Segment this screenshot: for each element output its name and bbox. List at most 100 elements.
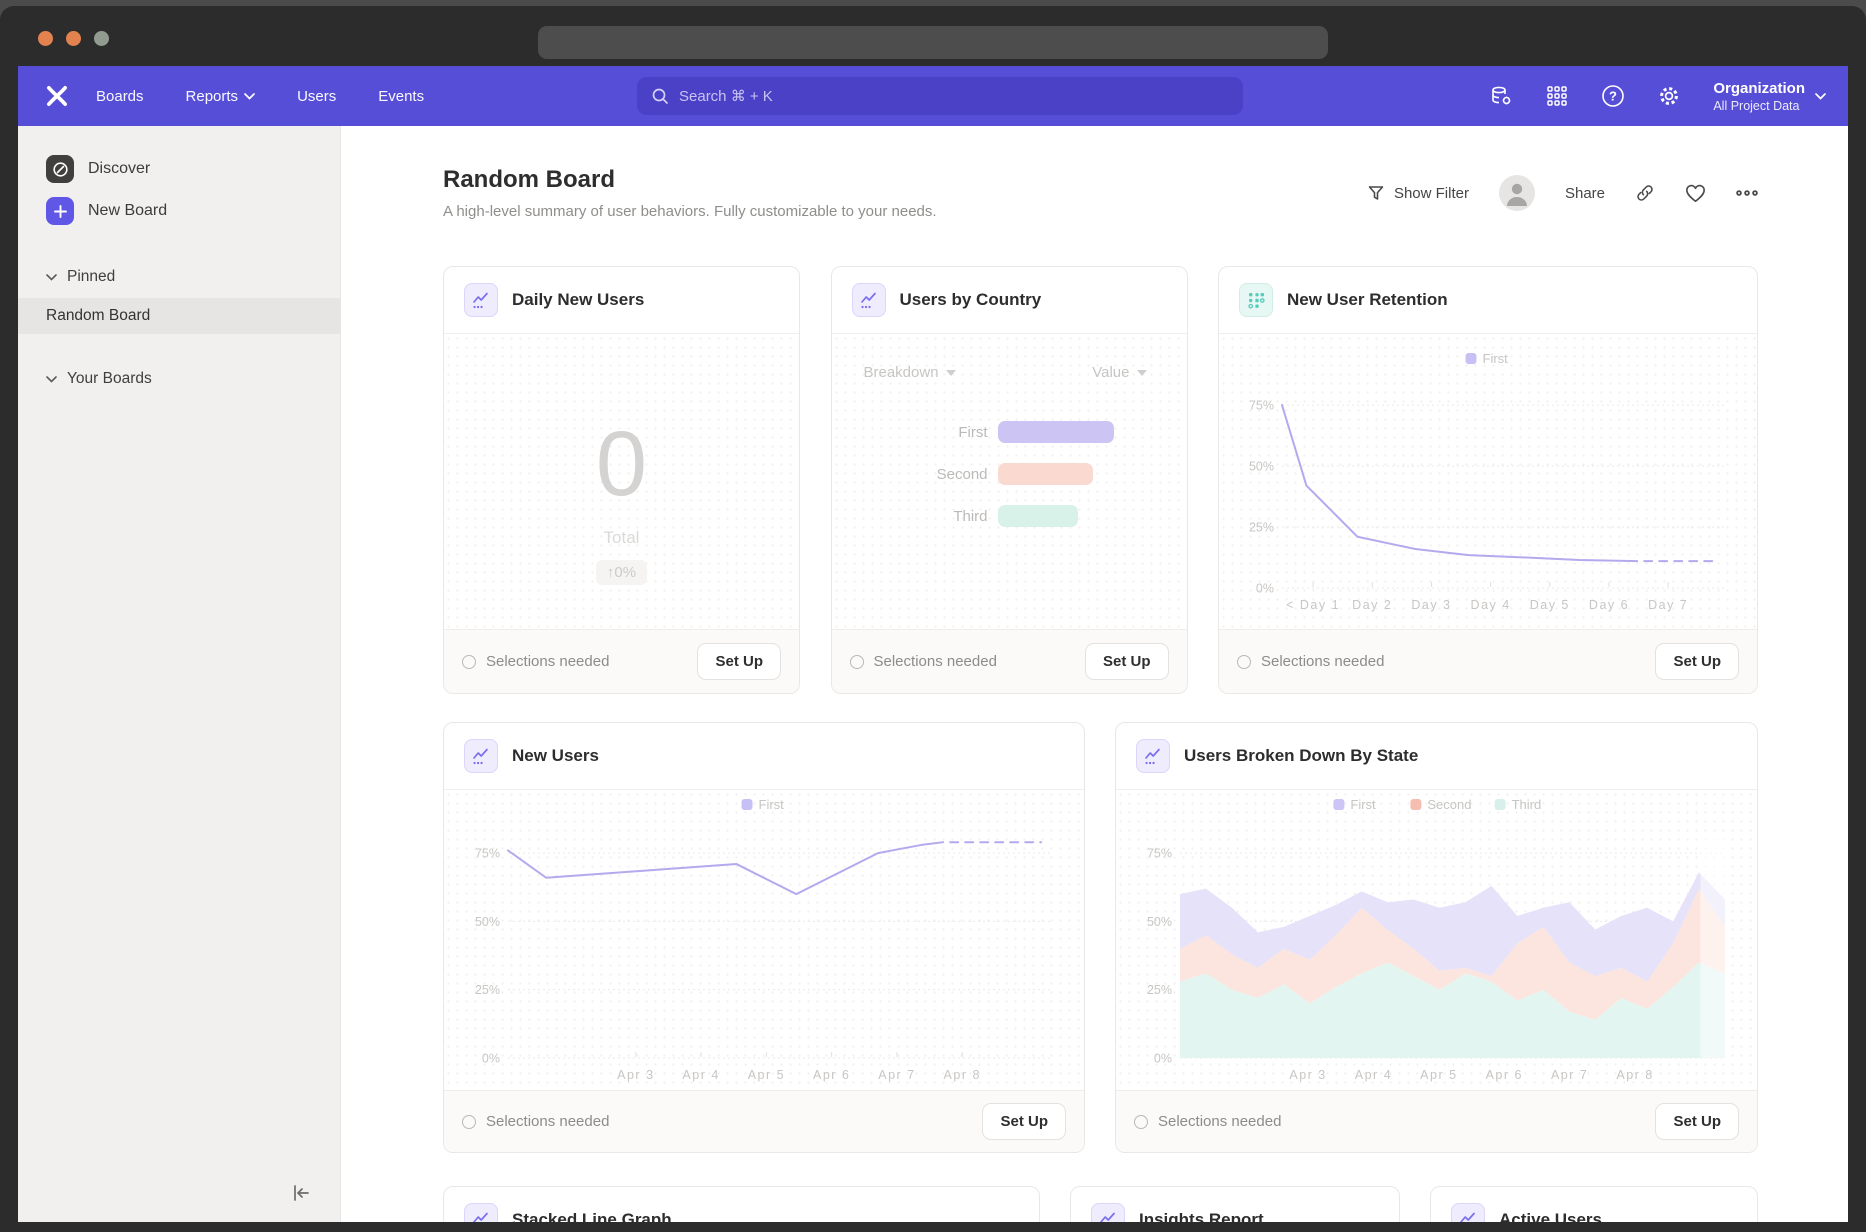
svg-text:Apr 8: Apr 8	[944, 1068, 981, 1082]
new-users-line-chart: 0%25%50%75%Apr 3Apr 4Apr 5Apr 6Apr 7Apr …	[462, 790, 1066, 1090]
card-title: Users by Country	[900, 290, 1042, 310]
empty-radio-icon	[1134, 1115, 1148, 1129]
window-zoom-button[interactable]	[94, 31, 109, 46]
bar	[998, 505, 1078, 527]
line-chart-icon	[1451, 1203, 1485, 1222]
window-close-button[interactable]	[38, 31, 53, 46]
chevron-down-icon	[1815, 93, 1826, 100]
more-options-icon[interactable]	[1736, 190, 1758, 196]
svg-text:25%: 25%	[475, 983, 500, 997]
set-up-button[interactable]: Set Up	[1085, 643, 1169, 680]
empty-radio-icon	[462, 1115, 476, 1129]
line-chart-icon	[852, 283, 886, 317]
svg-text:Day 6: Day 6	[1589, 598, 1629, 612]
nav-item-users[interactable]: Users	[297, 88, 336, 105]
sidebar-item-label: Discover	[88, 160, 150, 178]
svg-text:First: First	[1350, 797, 1376, 812]
svg-text:25%: 25%	[1147, 983, 1172, 997]
search-input[interactable]	[679, 88, 1229, 105]
nav-menu: Boards Reports Users Events	[96, 88, 424, 105]
bar-label: Third	[832, 508, 998, 525]
bar-row: Second	[832, 463, 1187, 485]
sidebar-section-label: Pinned	[67, 268, 115, 286]
sidebar-item-new-board[interactable]: New Board	[18, 190, 340, 232]
set-up-button[interactable]: Set Up	[982, 1103, 1066, 1140]
data-management-icon[interactable]	[1489, 84, 1513, 108]
set-up-button[interactable]: Set Up	[1655, 1103, 1739, 1140]
set-up-button[interactable]: Set Up	[1655, 643, 1739, 680]
settings-gear-icon[interactable]	[1657, 84, 1681, 108]
svg-text:Day 2: Day 2	[1352, 598, 1392, 612]
breakdown-dropdown[interactable]: Breakdown	[864, 364, 956, 381]
card-title: Stacked Line Graph	[512, 1210, 672, 1222]
sidebar: Discover New Board Pinned Random Board	[18, 126, 341, 1222]
search-icon	[651, 87, 669, 105]
favorite-heart-icon[interactable]	[1685, 184, 1706, 203]
avatar[interactable]	[1499, 175, 1535, 211]
sidebar-section-label: Your Boards	[67, 370, 152, 388]
card-title: New Users	[512, 746, 599, 766]
sidebar-section-pinned[interactable]: Pinned	[18, 260, 340, 294]
card-title: Daily New Users	[512, 290, 644, 310]
sidebar-item-random-board[interactable]: Random Board	[18, 298, 340, 334]
copy-link-icon[interactable]	[1635, 183, 1655, 203]
svg-text:0%: 0%	[482, 1052, 500, 1066]
share-button[interactable]: Share	[1565, 185, 1605, 202]
collapse-sidebar-icon[interactable]	[288, 1180, 314, 1206]
empty-radio-icon	[462, 655, 476, 669]
retention-line-chart: 0%25%50%75%< Day 1Day 2Day 3Day 4Day 5Da…	[1236, 344, 1740, 620]
show-filter-button[interactable]: Show Filter	[1367, 184, 1469, 202]
svg-text:Apr 8: Apr 8	[1616, 1068, 1653, 1082]
window-titlebar	[0, 6, 1866, 66]
card-daily-new-users: Daily New Users 0 Total ↑0% Selections	[443, 266, 800, 694]
svg-text:75%: 75%	[475, 847, 500, 861]
bar	[998, 421, 1114, 443]
svg-text:Day 5: Day 5	[1530, 598, 1570, 612]
traffic-lights	[38, 31, 109, 46]
stacked-area-chart: 0%25%50%75%Apr 3Apr 4Apr 5Apr 6Apr 7Apr …	[1134, 790, 1739, 1090]
svg-text:< Day 1: < Day 1	[1286, 598, 1340, 612]
filter-funnel-icon	[1367, 184, 1385, 202]
page-subtitle: A high-level summary of user behaviors. …	[443, 203, 937, 220]
set-up-button[interactable]: Set Up	[697, 643, 781, 680]
svg-text:?: ?	[1609, 89, 1617, 104]
svg-text:Apr 7: Apr 7	[1551, 1068, 1588, 1082]
nav-item-boards[interactable]: Boards	[96, 88, 144, 105]
svg-text:75%: 75%	[1147, 847, 1172, 861]
card-new-users: New Users 0%25%50%75%Apr 3Apr 4Apr 5Apr …	[443, 722, 1085, 1153]
metric-label: Total	[604, 528, 640, 548]
line-chart-icon	[464, 1203, 498, 1222]
nav-item-reports[interactable]: Reports	[186, 88, 256, 105]
svg-text:First: First	[759, 797, 785, 812]
svg-text:Apr 6: Apr 6	[813, 1068, 850, 1082]
window-minimize-button[interactable]	[66, 31, 81, 46]
nav-item-events[interactable]: Events	[378, 88, 424, 105]
card-stacked-line-graph: Stacked Line Graph	[443, 1186, 1040, 1222]
apps-grid-icon[interactable]	[1545, 84, 1569, 108]
sidebar-item-label: Random Board	[46, 307, 150, 324]
mixpanel-logo-icon[interactable]	[44, 83, 70, 109]
bar-row: Third	[832, 505, 1187, 527]
svg-text:Apr 6: Apr 6	[1486, 1068, 1523, 1082]
svg-text:0%: 0%	[1154, 1052, 1172, 1066]
svg-text:25%: 25%	[1249, 521, 1274, 535]
card-new-user-retention: New User Retention 0%25%50%75%< Day 1Day…	[1218, 266, 1758, 694]
sidebar-section-your-boards[interactable]: Your Boards	[18, 362, 340, 396]
global-search[interactable]	[637, 77, 1243, 115]
sidebar-item-discover[interactable]: Discover	[18, 148, 340, 190]
nav-right-controls: ? Organization All Project Data	[1489, 66, 1826, 126]
svg-text:Second: Second	[1427, 797, 1471, 812]
card-title: Active Users	[1499, 1210, 1602, 1222]
address-bar[interactable]	[538, 26, 1328, 59]
svg-text:Apr 3: Apr 3	[1289, 1068, 1326, 1082]
app-root: Boards Reports Users Events	[18, 66, 1848, 1222]
help-icon[interactable]: ?	[1601, 84, 1625, 108]
svg-text:Apr 7: Apr 7	[878, 1068, 915, 1082]
caret-down-icon	[946, 370, 956, 376]
organization-switcher[interactable]: Organization All Project Data	[1713, 80, 1826, 113]
organization-project: All Project Data	[1713, 99, 1805, 113]
board-main: Random Board A high-level summary of use…	[341, 126, 1848, 1222]
card-title: New User Retention	[1287, 290, 1448, 310]
value-dropdown[interactable]: Value	[1092, 364, 1146, 381]
line-chart-icon	[464, 739, 498, 773]
